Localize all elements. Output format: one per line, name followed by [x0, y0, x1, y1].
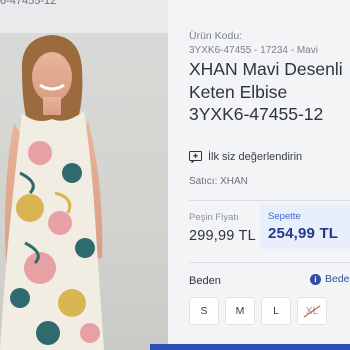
divider [189, 200, 350, 201]
size-option-xl[interactable]: XL [297, 297, 327, 325]
basket-price-label: Sepette [268, 211, 301, 222]
comment-plus-icon [189, 151, 202, 163]
add-to-cart-bar[interactable] [150, 344, 350, 350]
cash-price-label: Peşin Fiyatı [189, 212, 239, 223]
info-icon: i [310, 273, 321, 285]
product-photo[interactable] [0, 33, 168, 350]
rate-product-label: İlk siz değerlendirin [208, 151, 303, 163]
size-option-s[interactable]: S [189, 297, 219, 325]
basket-price: 254,99 TL [268, 225, 339, 242]
cash-price: 299,99 TL [189, 228, 256, 244]
product-code-value: 3YXK6-47455 - 17234 - Mavi [189, 45, 318, 56]
size-option-m[interactable]: M [225, 297, 255, 325]
size-guide-label: Beden [325, 273, 350, 285]
product-info-panel: Ürün Kodu: 3YXK6-47455 - 17234 - Mavi XH… [168, 0, 350, 350]
model-illustration [0, 35, 104, 350]
basket-price-box: Sepette 254,99 TL [260, 205, 350, 249]
size-title: Beden [189, 275, 221, 287]
size-guide-link[interactable]: i Beden [310, 273, 350, 285]
seller-name[interactable]: Satıcı: XHAN [189, 176, 248, 187]
divider [189, 262, 350, 263]
product-code-fragment: 6-47455-12 [0, 0, 57, 7]
size-option-l[interactable]: L [261, 297, 291, 325]
product-code-label: Ürün Kodu: [189, 30, 243, 42]
product-title: XHAN Mavi Desenli Keten Elbise 3YXK6-474… [189, 59, 343, 124]
rate-product-link[interactable]: İlk siz değerlendirin [189, 151, 302, 163]
